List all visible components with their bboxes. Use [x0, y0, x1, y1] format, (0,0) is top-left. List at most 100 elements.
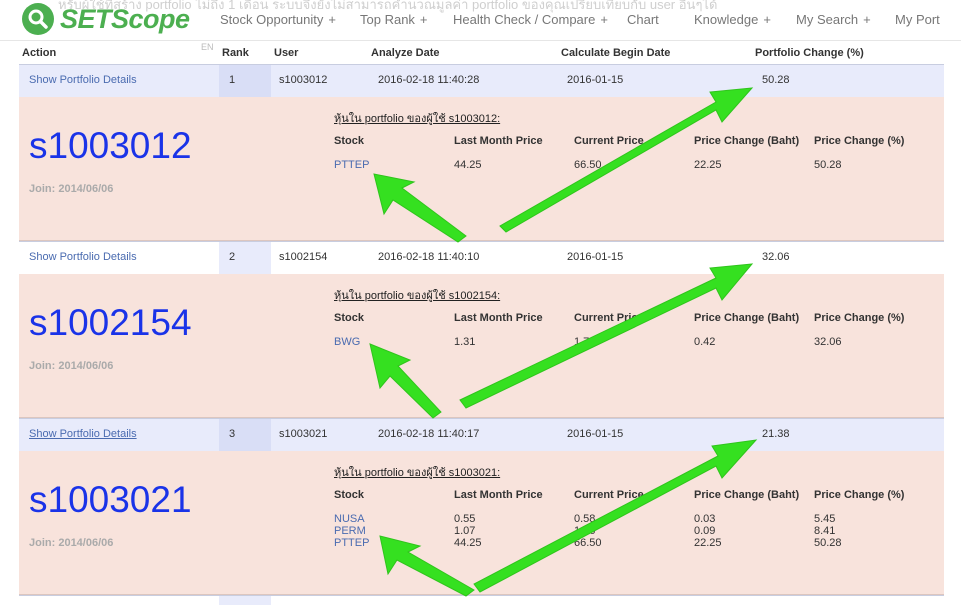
detail-col-change-baht: Price Change (Baht) [694, 135, 800, 147]
expand-plus-icon: + [763, 12, 771, 27]
magnifier-logo-icon [22, 3, 54, 35]
portfolio-change: 32.06 [762, 251, 790, 263]
nav-my-search[interactable]: My Search + [796, 12, 871, 27]
rank-cell [219, 242, 271, 274]
last-month-price: 1.07 [454, 525, 476, 537]
user-id: s1003021 [279, 428, 328, 440]
username-large: s1003012 [29, 125, 192, 166]
expand-plus-icon: + [600, 12, 608, 27]
expand-plus-icon: + [328, 12, 336, 27]
join-date: Join: 2014/06/06 [29, 183, 114, 195]
detail-col-change-baht: Price Change (Baht) [694, 489, 800, 501]
top-navbar: หรับผู้ใช้ที่สร้าง portfolio ไม่ถึง 1 เด… [0, 0, 961, 41]
portfolio-title: หุ้นใน portfolio ของผู้ใช้ s1003012: [334, 113, 501, 125]
current-price: 66.50 [574, 159, 602, 171]
rank-cell [219, 65, 271, 97]
username-large: s1002154 [29, 302, 192, 343]
detail-col-current: Current Price [574, 312, 644, 324]
expand-plus-icon: + [863, 12, 871, 27]
current-price: 0.58 [574, 513, 596, 525]
table-row: Show Portfolio Details 3 s1003021 2016-0… [19, 418, 944, 452]
ranking-table-header: Action Rank User Analyze Date Calculate … [19, 44, 944, 65]
user-id: s1002154 [279, 251, 328, 263]
nav-my-port[interactable]: My Port [895, 12, 940, 27]
detail-col-change-pct: Price Change (%) [814, 312, 905, 324]
stock-link[interactable]: NUSA [334, 513, 365, 525]
price-change-baht: 0.03 [694, 513, 716, 525]
portfolio-detail-panel: s1003021 Join: 2014/06/06 หุ้นใน portfol… [19, 451, 944, 595]
nav-label: My Search [796, 12, 859, 27]
logo-text: SETScope [60, 3, 190, 34]
setscope-logo[interactable]: SETScope [22, 2, 190, 36]
detail-col-stock: Stock [334, 135, 364, 147]
begin-date: 2016-01-15 [567, 428, 624, 440]
price-change-pct: 8.41 [814, 525, 836, 537]
stock-link[interactable]: PERM [334, 525, 366, 537]
price-change-baht: 22.25 [694, 537, 722, 549]
rank-cell [219, 419, 271, 451]
detail-col-last-month: Last Month Price [454, 312, 543, 324]
price-change-baht: 22.25 [694, 159, 722, 171]
show-portfolio-details-link[interactable]: Show Portfolio Details [29, 251, 137, 263]
detail-col-stock: Stock [334, 489, 364, 501]
portfolio-title: หุ้นใน portfolio ของผู้ใช้ s1003021: [334, 467, 501, 479]
last-month-price: 44.25 [454, 159, 482, 171]
nav-label: Health Check / Compare [453, 12, 596, 27]
portfolio-detail-panel: s1003012 Join: 2014/06/06 หุ้นใน portfol… [19, 97, 944, 241]
current-price: 1.73 [574, 336, 596, 348]
join-date: Join: 2014/06/06 [29, 537, 114, 549]
price-change-baht: 0.09 [694, 525, 716, 537]
detail-col-last-month: Last Month Price [454, 135, 543, 147]
stock-link[interactable]: PTTEP [334, 537, 369, 549]
detail-col-change-pct: Price Change (%) [814, 135, 905, 147]
stock-link[interactable]: PTTEP [334, 159, 369, 171]
rank-value: 3 [229, 428, 236, 440]
last-month-price: 1.31 [454, 336, 476, 348]
portfolio-change: 21.38 [762, 428, 790, 440]
begin-date: 2016-01-15 [567, 74, 624, 86]
portfolio-change: 50.28 [762, 74, 790, 86]
table-row: Show Portfolio Details 2 s1002154 2016-0… [19, 241, 944, 275]
nav-health-check[interactable]: Health Check / Compare + [453, 12, 608, 27]
analyze-date: 2016-02-18 11:40:28 [378, 74, 480, 86]
show-portfolio-details-link[interactable]: Show Portfolio Details [29, 428, 137, 440]
nav-stock-opportunity[interactable]: Stock Opportunity + [220, 12, 336, 27]
nav-label: Stock Opportunity [220, 12, 324, 27]
col-action: Action [22, 47, 57, 59]
nav-knowledge[interactable]: Knowledge + [694, 12, 771, 27]
col-portfolio-change: Portfolio Change (%) [755, 47, 864, 59]
price-change-pct: 32.06 [814, 336, 842, 348]
table-row: Show Portfolio Details 1 s1003012 2016-0… [19, 64, 944, 98]
analyze-date: 2016-02-18 11:40:17 [378, 428, 480, 440]
current-price: 66.50 [574, 537, 602, 549]
portfolio-title: หุ้นใน portfolio ของผู้ใช้ s1002154: [334, 290, 501, 302]
price-change-pct: 50.28 [814, 537, 842, 549]
stock-link[interactable]: BWG [334, 336, 360, 348]
show-portfolio-details-link[interactable]: Show Portfolio Details [29, 74, 137, 86]
rank-value: 2 [229, 251, 236, 263]
nav-label: Top Rank [360, 12, 415, 27]
col-analyze-date: Analyze Date [371, 47, 440, 59]
username-large: s1003021 [29, 479, 192, 520]
nav-label: Chart [627, 12, 659, 27]
detail-col-current: Current Price [574, 135, 644, 147]
col-rank: Rank [222, 47, 249, 59]
nav-chart[interactable]: Chart [627, 12, 659, 27]
detail-col-change-pct: Price Change (%) [814, 489, 905, 501]
join-date: Join: 2014/06/06 [29, 360, 114, 372]
detail-col-current: Current Price [574, 489, 644, 501]
rank-value: 1 [229, 74, 236, 86]
last-month-price: 44.25 [454, 537, 482, 549]
nav-top-rank[interactable]: Top Rank + [360, 12, 428, 27]
price-change-pct: 5.45 [814, 513, 836, 525]
last-month-price: 0.55 [454, 513, 476, 525]
detail-col-change-baht: Price Change (Baht) [694, 312, 800, 324]
analyze-date: 2016-02-18 11:40:10 [378, 251, 480, 263]
detail-col-last-month: Last Month Price [454, 489, 543, 501]
user-id: s1003012 [279, 74, 328, 86]
price-change-pct: 50.28 [814, 159, 842, 171]
expand-plus-icon: + [419, 12, 428, 27]
begin-date: 2016-01-15 [567, 251, 624, 263]
portfolio-detail-panel: s1002154 Join: 2014/06/06 หุ้นใน portfol… [19, 274, 944, 418]
col-begin-date: Calculate Begin Date [561, 47, 671, 59]
